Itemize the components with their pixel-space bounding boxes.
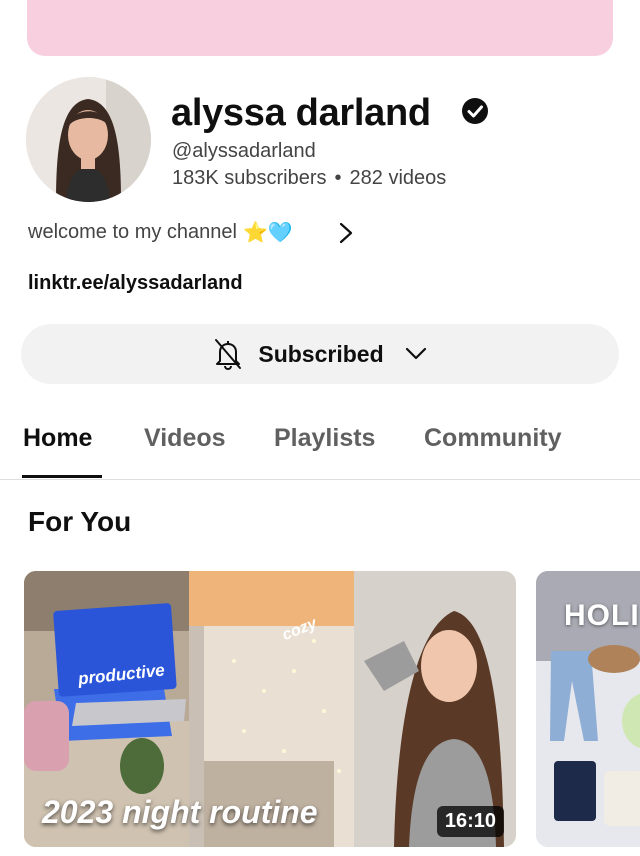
subscribed-label: Subscribed [258, 340, 384, 367]
channel-banner [27, 0, 613, 56]
subscribed-button[interactable]: Subscribed [21, 324, 619, 384]
video-thumbnail-2[interactable]: HOLI [536, 571, 640, 847]
subscriber-count: 183K subscribers [172, 167, 327, 189]
chevron-right-icon[interactable] [336, 220, 356, 246]
description-emoji: ⭐🩵 [242, 222, 293, 244]
chevron-down-icon [405, 347, 426, 360]
channel-handle: @alyssadarland [172, 140, 316, 162]
channel-description[interactable]: welcome to my channel ⭐🩵 [28, 220, 293, 245]
avatar-image [26, 77, 151, 202]
channel-link[interactable]: linktr.ee/alyssadarland [28, 272, 243, 295]
video-count: 282 videos [349, 167, 447, 189]
video-thumbnail[interactable]: productive cozy 2023 night routine 16:10 [24, 571, 516, 847]
tab-playlists[interactable]: Playlists [274, 424, 375, 453]
active-tab-indicator [22, 475, 102, 478]
verified-badge-icon [462, 98, 488, 124]
description-text: welcome to my channel [28, 221, 237, 243]
bell-off-icon [215, 339, 242, 371]
avatar[interactable] [26, 77, 151, 202]
channel-tabs: Home Videos Playlists Community [0, 410, 640, 480]
separator-dot: • [334, 167, 342, 189]
section-title: For You [28, 506, 132, 537]
tab-home[interactable]: Home [23, 424, 92, 453]
channel-name: alyssa darland [171, 92, 431, 134]
thumbnail-2-text: HOLI [564, 599, 640, 632]
video-title: 2023 night routine [42, 794, 318, 830]
video-duration: 16:10 [436, 806, 504, 837]
tab-community[interactable]: Community [424, 424, 562, 453]
channel-stats: 183K subscribers • 282 videos [172, 167, 446, 190]
tab-videos[interactable]: Videos [144, 424, 226, 453]
